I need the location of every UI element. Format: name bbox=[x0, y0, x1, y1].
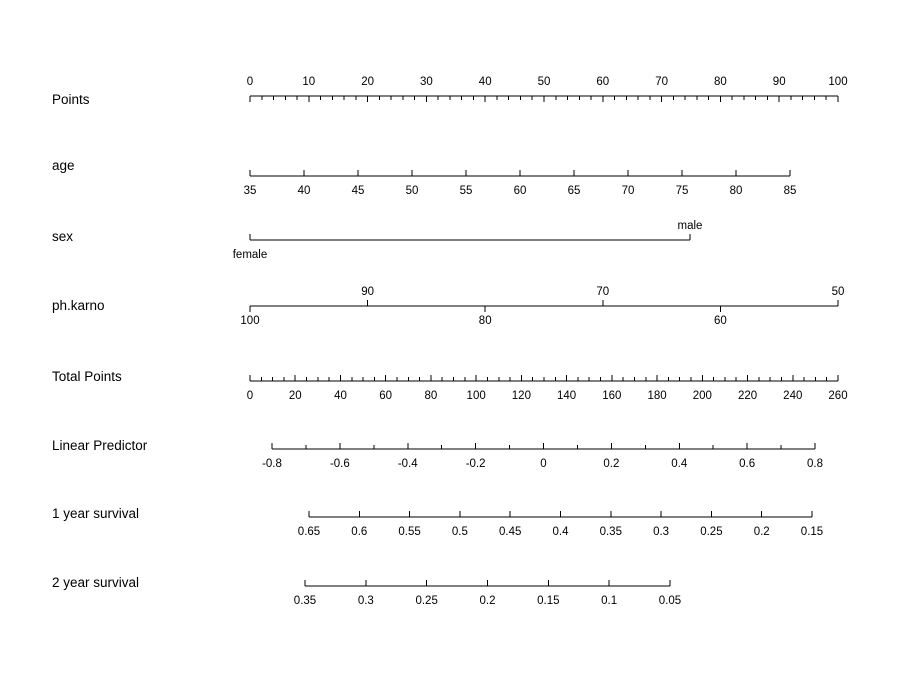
tick-label: 90 bbox=[361, 286, 374, 298]
tick-label: -0.2 bbox=[466, 458, 486, 470]
tick-label: 120 bbox=[512, 390, 531, 402]
nomogram-row: ph.karno 100 90 80 70 60 50 bbox=[52, 286, 844, 327]
tick-label: 180 bbox=[647, 390, 666, 402]
tick-label: 40 bbox=[334, 390, 347, 402]
tick-label: 0.6 bbox=[739, 458, 755, 470]
tick-label: 0.25 bbox=[415, 595, 437, 607]
tick-label: 80 bbox=[479, 315, 492, 327]
tick-label: 0 bbox=[540, 458, 546, 470]
tick-label: 55 bbox=[460, 185, 473, 197]
tick-label: 0.4 bbox=[553, 526, 570, 538]
tick-label: 70 bbox=[622, 185, 635, 197]
row-label-ph-karno: ph.karno bbox=[52, 298, 105, 313]
tick-label: 0.3 bbox=[358, 595, 374, 607]
tick-label: 80 bbox=[730, 185, 743, 197]
nomogram-row: Total Points 0 20 40 60 80 100 120 140 160 180 200 2… bbox=[52, 369, 848, 402]
tick-label: 20 bbox=[289, 390, 302, 402]
tick-label: 0.25 bbox=[700, 526, 722, 538]
nomogram-row: 1 year survival 0.65 0.6 0.55 0.5 0.45 0.4 0.35… bbox=[52, 506, 823, 538]
tick-label: 80 bbox=[714, 76, 727, 88]
tick-label: 30 bbox=[420, 76, 433, 88]
nomogram-row: Points 0 10 20 30 40 50 60 70 80 90 100 bbox=[52, 76, 848, 107]
tick-label: 35 bbox=[244, 185, 257, 197]
tick-label: 0.8 bbox=[807, 458, 823, 470]
tick-label: -0.6 bbox=[330, 458, 350, 470]
tick-label: 0 bbox=[247, 390, 253, 402]
tick-label: 240 bbox=[783, 390, 802, 402]
tick-label: female bbox=[233, 249, 268, 261]
tick-label: 50 bbox=[832, 286, 845, 298]
tick-label: 60 bbox=[596, 76, 609, 88]
tick-label: 100 bbox=[467, 390, 486, 402]
tick-label: male bbox=[678, 220, 703, 232]
tick-label: 100 bbox=[240, 315, 259, 327]
tick-label: 65 bbox=[568, 185, 581, 197]
tick-label: 0 bbox=[247, 76, 253, 88]
tick-label: 0.2 bbox=[603, 458, 619, 470]
nomogram-canvas: Points 0 10 20 30 40 50 60 70 80 90 100 age 35 40 45 50 5… bbox=[52, 76, 848, 607]
row-label-1-year-survival: 1 year survival bbox=[52, 506, 139, 521]
row-label-sex: sex bbox=[52, 229, 73, 244]
tick-label: 90 bbox=[773, 76, 786, 88]
nomogram-row: Linear Predictor -0.8 -0.6 -0.4 -0.2 0 0.2 0.4 0… bbox=[52, 438, 823, 470]
tick-label: 10 bbox=[302, 76, 315, 88]
nomogram-figure: Points 0 10 20 30 40 50 60 70 80 90 100 age 35 40 45 50 5… bbox=[0, 0, 900, 700]
tick-label: 45 bbox=[352, 185, 365, 197]
row-label-linear-predictor: Linear Predictor bbox=[52, 438, 148, 453]
tick-label: 0.55 bbox=[398, 526, 420, 538]
tick-label: 0.2 bbox=[480, 595, 496, 607]
tick-label: 0.15 bbox=[801, 526, 823, 538]
tick-label: 0.35 bbox=[294, 595, 316, 607]
tick-label: 0.1 bbox=[601, 595, 617, 607]
tick-label: 100 bbox=[828, 76, 847, 88]
tick-label: 85 bbox=[784, 185, 797, 197]
tick-label: 70 bbox=[655, 76, 668, 88]
tick-label: 140 bbox=[557, 390, 576, 402]
tick-label: 20 bbox=[361, 76, 374, 88]
tick-label: 40 bbox=[298, 185, 311, 197]
tick-label: 0.35 bbox=[600, 526, 622, 538]
tick-label: 0.4 bbox=[671, 458, 688, 470]
tick-label: 0.65 bbox=[298, 526, 320, 538]
tick-label: 80 bbox=[425, 390, 438, 402]
tick-label: 0.6 bbox=[351, 526, 367, 538]
tick-label: 0.3 bbox=[653, 526, 669, 538]
tick-label: 70 bbox=[596, 286, 609, 298]
nomogram-row: age 35 40 45 50 55 60 65 70 75 80 85 bbox=[52, 158, 796, 197]
row-label-age: age bbox=[52, 158, 75, 173]
tick-label: 260 bbox=[828, 390, 847, 402]
nomogram-row: sex female male bbox=[52, 220, 702, 261]
tick-label: 0.2 bbox=[754, 526, 770, 538]
tick-label: 40 bbox=[479, 76, 492, 88]
tick-label: 0.5 bbox=[452, 526, 468, 538]
tick-label: 50 bbox=[406, 185, 419, 197]
tick-label: -0.4 bbox=[398, 458, 418, 470]
tick-label: 60 bbox=[379, 390, 392, 402]
row-label-2-year-survival: 2 year survival bbox=[52, 575, 139, 590]
nomogram-row: 2 year survival 0.35 0.3 0.25 0.2 0.15 0.1 0.05 bbox=[52, 575, 681, 607]
row-label-points: Points bbox=[52, 92, 90, 107]
row-label-total-points: Total Points bbox=[52, 369, 122, 384]
tick-label: -0.8 bbox=[262, 458, 282, 470]
tick-label: 50 bbox=[538, 76, 551, 88]
tick-label: 75 bbox=[676, 185, 689, 197]
tick-label: 160 bbox=[602, 390, 621, 402]
tick-label: 0.15 bbox=[537, 595, 559, 607]
tick-label: 0.45 bbox=[499, 526, 521, 538]
tick-label: 200 bbox=[693, 390, 712, 402]
tick-label: 220 bbox=[738, 390, 757, 402]
tick-label: 0.05 bbox=[659, 595, 681, 607]
tick-label: 60 bbox=[714, 315, 727, 327]
tick-label: 60 bbox=[514, 185, 527, 197]
